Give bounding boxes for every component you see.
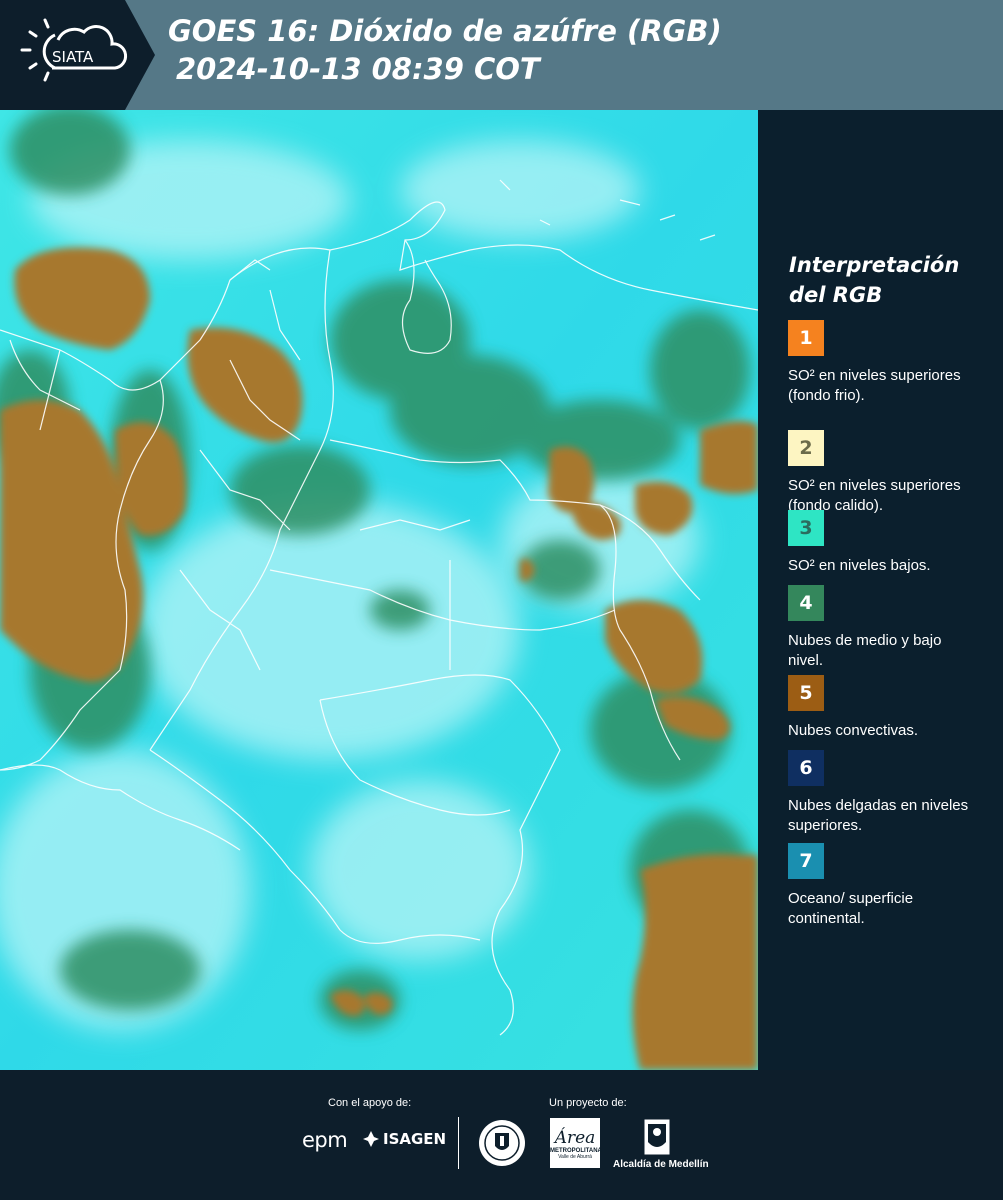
legend-title: Interpretación del RGB xyxy=(789,250,989,310)
satellite-map[interactable] xyxy=(0,110,758,1070)
support-label: Con el apoyo de: xyxy=(328,1097,412,1109)
legend-item-5: 5 Nubes convectivas. xyxy=(788,675,978,741)
legend-swatch: 7 xyxy=(788,843,824,879)
legend-title-line-2: del RGB xyxy=(789,283,883,307)
svg-text:SIATA: SIATA xyxy=(52,48,94,66)
legend-item-6: 6 Nubes delgadas en niveles superiores. xyxy=(788,750,978,836)
legend-label: SO² en niveles bajos. xyxy=(788,557,931,574)
isagen-logo: ISAGEN xyxy=(362,1130,446,1148)
legend-item-4: 4 Nubes de medio y bajo nivel. xyxy=(788,585,978,671)
medellin-seal-icon xyxy=(479,1120,525,1166)
legend-label: Nubes de medio y bajo nivel. xyxy=(788,632,942,669)
area-name: Área xyxy=(554,1128,596,1148)
title-line-1: GOES 16: Dióxido de azúfre (RGB) xyxy=(168,14,722,48)
area-sub2: Valle de Aburrá xyxy=(558,1154,592,1160)
legend-swatch: 2 xyxy=(788,430,824,466)
legend-title-line-1: Interpretación xyxy=(789,253,960,277)
project-label: Un proyecto de: xyxy=(549,1097,627,1109)
page-title: GOES 16: Dióxido de azúfre (RGB) 2024-10… xyxy=(168,12,968,88)
isagen-text: ISAGEN xyxy=(383,1130,447,1148)
siata-logo: SIATA xyxy=(0,0,155,110)
legend-swatch: 3 xyxy=(788,510,824,546)
legend-swatch: 4 xyxy=(788,585,824,621)
legend-label: Nubes convectivas. xyxy=(788,722,919,739)
legend-panel: Interpretación del RGB 1 SO² en niveles s… xyxy=(758,110,1003,1070)
legend-swatch: 6 xyxy=(788,750,824,786)
area-metropolitana-logo: Área METROPOLITANA Valle de Aburrá xyxy=(550,1118,602,1168)
footer-bar: Con el apoyo de: Un proyecto de: epm ISA… xyxy=(0,1070,1003,1200)
isagen-icon xyxy=(363,1131,379,1147)
legend-swatch: 1 xyxy=(788,320,824,356)
title-line-2: 2024-10-13 08:39 COT xyxy=(176,52,540,86)
alcaldia-label: Alcaldía de Medellín xyxy=(613,1159,709,1170)
alcaldia-crest-icon xyxy=(643,1118,671,1156)
legend-item-2: 2 SO² en niveles superiores (fondo calido… xyxy=(788,430,978,516)
epm-logo: epm xyxy=(302,1128,348,1152)
footer-divider xyxy=(458,1117,459,1169)
header-bar: SIATA GOES 16: Dióxido de azúfre (RGB) 2… xyxy=(0,0,1003,110)
legend-swatch: 5 xyxy=(788,675,824,711)
legend-label: Nubes delgadas en niveles superiores. xyxy=(788,797,969,834)
legend-item-1: 1 SO² en niveles superiores (fondo frio). xyxy=(788,320,978,406)
legend-label: SO² en niveles superiores (fondo frio). xyxy=(788,367,961,404)
legend-item-3: 3 SO² en niveles bajos. xyxy=(788,510,978,576)
legend-item-7: 7 Oceano/ superficie continental. xyxy=(788,843,978,929)
legend-label: Oceano/ superficie continental. xyxy=(788,890,914,927)
